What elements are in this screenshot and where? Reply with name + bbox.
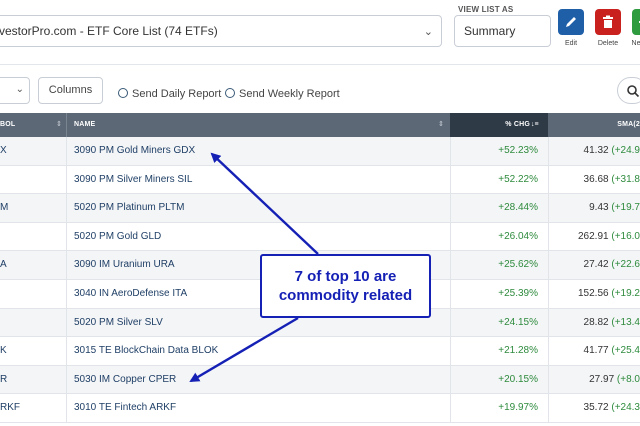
callout-line-2: commodity related xyxy=(278,287,413,304)
arrow-to-gdx xyxy=(210,152,319,255)
callout-line-1: 7 of top 10 are xyxy=(294,268,397,285)
annotation-callout: 7 of top 10 are commodity related xyxy=(260,254,431,318)
arrow-to-cper xyxy=(189,316,299,383)
annotation-arrows xyxy=(189,152,319,383)
